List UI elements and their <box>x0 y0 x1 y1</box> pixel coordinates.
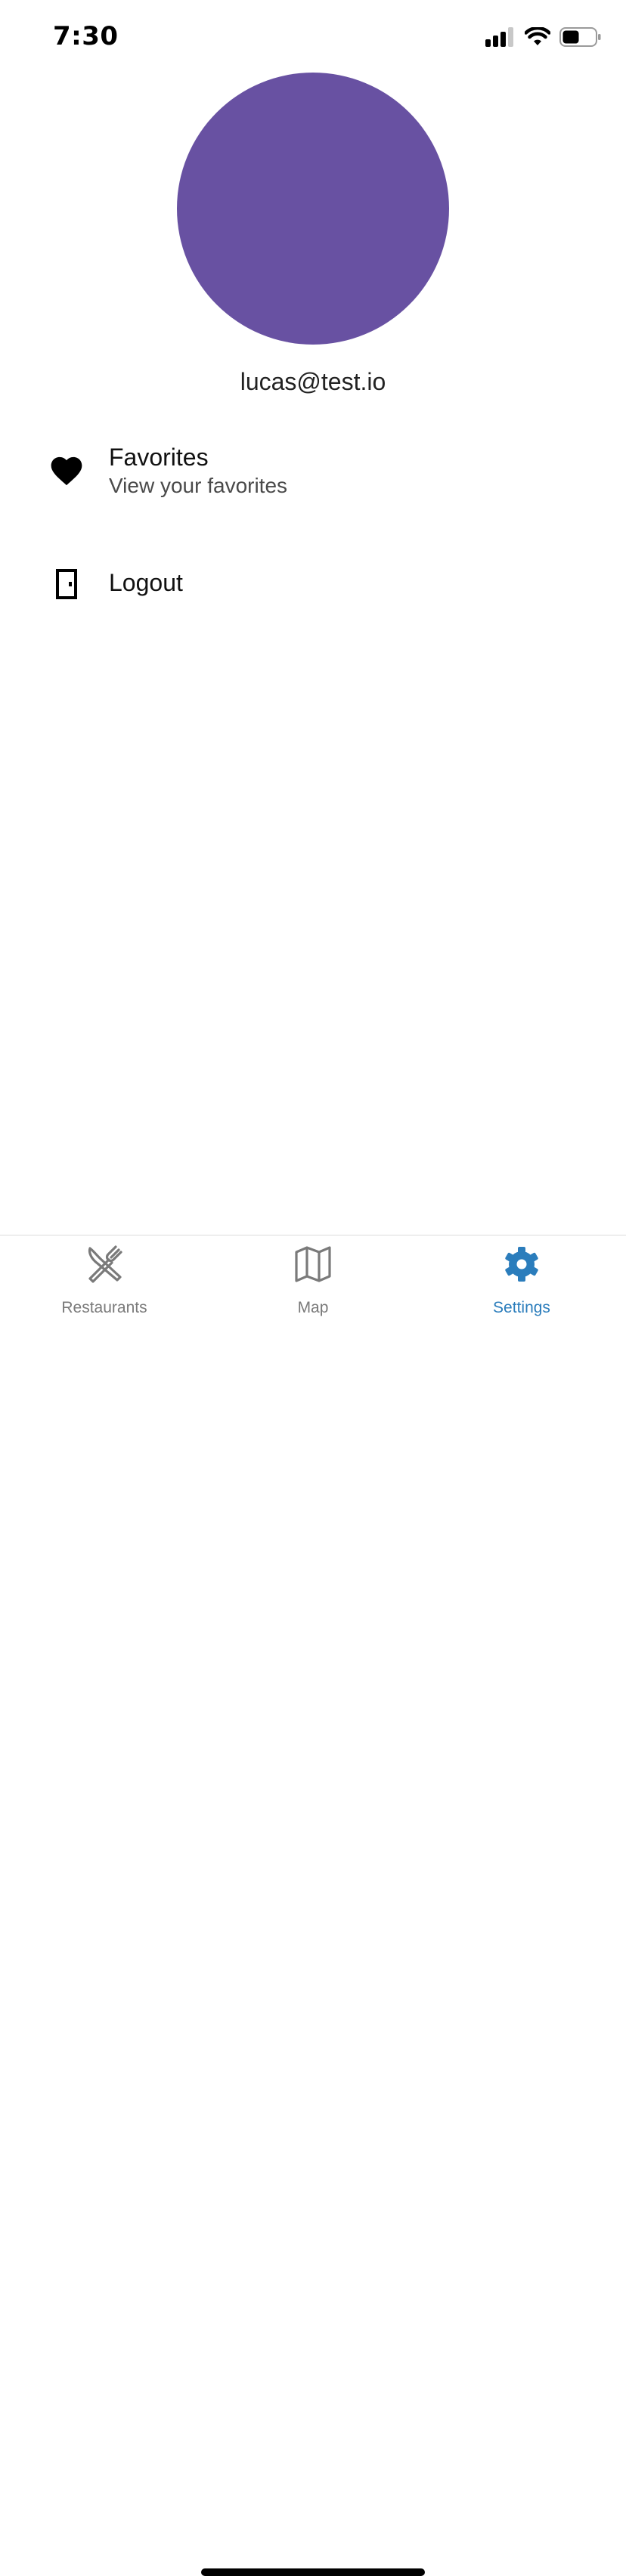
tab-settings-label: Settings <box>493 1299 550 1316</box>
tab-map-label: Map <box>297 1299 329 1316</box>
home-indicator <box>201 2568 425 2576</box>
cellular-signal-icon <box>485 27 513 47</box>
favorites-title: Favorites <box>109 444 209 471</box>
status-time: 7:30 <box>53 21 119 51</box>
bottom-tab-bar: Restaurants Map Settings <box>0 1235 626 2576</box>
heart-icon <box>50 454 83 487</box>
tab-settings[interactable]: Settings <box>417 1235 626 1319</box>
logout-title: Logout <box>109 569 183 596</box>
logout-menu-item[interactable]: Logout <box>0 555 626 616</box>
user-email: lucas@test.io <box>240 368 386 395</box>
favorites-subtitle: View your favorites <box>109 474 288 497</box>
gear-icon <box>502 1245 541 1284</box>
tab-restaurants-label: Restaurants <box>61 1299 147 1316</box>
tab-restaurants[interactable]: Restaurants <box>0 1235 209 1319</box>
utensils-icon <box>85 1245 124 1284</box>
avatar[interactable] <box>177 73 449 345</box>
door-icon <box>50 567 83 601</box>
wifi-icon <box>525 27 550 45</box>
status-bar: 7:30 <box>0 0 626 76</box>
map-icon <box>293 1245 333 1284</box>
battery-icon <box>559 27 601 47</box>
favorites-menu-item[interactable]: Favorites View your favorites <box>0 434 626 518</box>
tab-map[interactable]: Map <box>209 1235 417 1319</box>
status-icons <box>485 27 602 47</box>
